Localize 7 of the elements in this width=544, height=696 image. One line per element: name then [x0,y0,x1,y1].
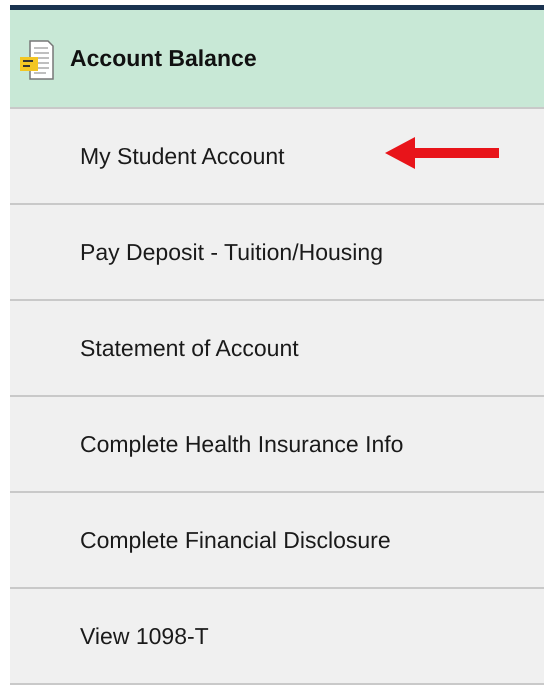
section-title: Account Balance [70,45,257,72]
menu-link[interactable]: Statement of Account [80,334,299,362]
menu-link[interactable]: My Student Account [80,142,285,170]
menu-link[interactable]: Pay Deposit - Tuition/Housing [80,238,383,266]
menu-link[interactable]: Complete Health Insurance Info [80,430,404,458]
menu-link[interactable]: Complete Financial Disclosure [80,526,391,554]
menu-link[interactable]: View 1098-T [80,622,209,650]
